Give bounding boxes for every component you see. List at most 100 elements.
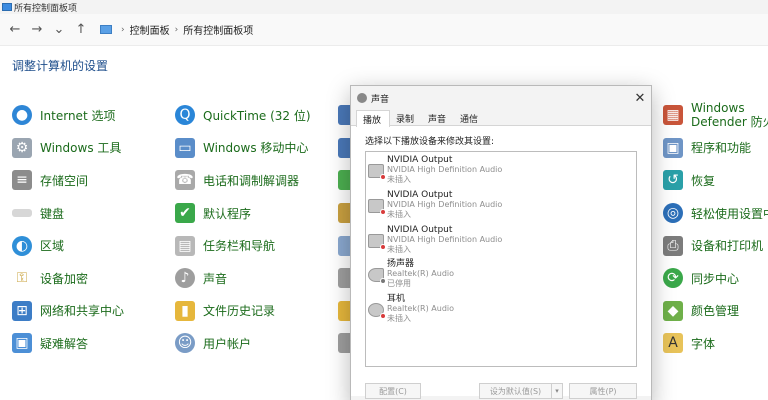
item-devices-printers[interactable]: ⎙ 设备和打印机 <box>663 229 768 262</box>
item-default-programs[interactable]: ✔ 默认程序 <box>175 197 311 230</box>
firewall-icon: ▦ <box>663 105 683 125</box>
navigation-bar: ← → ⌄ ↑ › 控制面板 › 所有控制面板项 <box>0 14 768 46</box>
chevron-right-icon: › <box>121 24 125 35</box>
speaker-device-icon <box>368 233 386 250</box>
configure-button[interactable]: 配置(C) <box>365 383 421 399</box>
item-troubleshooting[interactable]: ▣ 疑难解答 <box>12 327 124 360</box>
instruction-text: 选择以下播放设备来修改其设置: <box>365 137 495 147</box>
globe-icon: ● <box>12 105 32 126</box>
control-panel-icon <box>2 3 12 11</box>
forward-icon[interactable]: → <box>26 19 48 41</box>
close-icon[interactable]: ✕ <box>629 87 651 109</box>
item-windows-firewall[interactable]: ▦Windows Defender 防火墙 <box>663 99 768 132</box>
ease-of-access-icon: ◎ <box>663 203 683 224</box>
up-icon[interactable]: ↑ <box>70 19 92 41</box>
chevron-right-icon: › <box>174 24 179 35</box>
speaker-device-icon <box>368 268 386 285</box>
item-windows-mobility[interactable]: ▭ Windows 移动中心 <box>175 132 311 165</box>
recent-locations-icon[interactable]: ⌄ <box>48 19 70 41</box>
tab-recording[interactable]: 录制 <box>390 110 422 125</box>
tab-communications[interactable]: 通信 <box>454 110 486 125</box>
tab-playback[interactable]: 播放 <box>356 110 391 127</box>
user-accounts-icon: ☺ <box>175 333 195 354</box>
device-description: NVIDIA High Definition Audio <box>387 234 503 244</box>
taskbar-icon: ▤ <box>175 235 195 256</box>
region-icon: ◐ <box>12 235 32 256</box>
device-name: 耳机 <box>387 294 406 305</box>
device-description: Realtek(R) Audio <box>387 269 455 279</box>
network-icon: ⊞ <box>12 300 32 321</box>
default-programs-icon: ✔ <box>175 203 195 224</box>
item-internet-options[interactable]: ● Internet 选项 <box>12 99 124 132</box>
font-icon: A <box>663 333 683 354</box>
item-keyboard[interactable]: 键盘 <box>12 197 124 230</box>
sound-dialog: 声音 ✕ 播放 录制 声音 通信 选择以下播放设备来修改其设置: NVIDIA … <box>350 85 652 400</box>
back-icon[interactable]: ← <box>4 19 26 41</box>
device-name: NVIDIA Output <box>387 155 453 165</box>
item-storage-spaces[interactable]: ≡ 存储空间 <box>12 164 124 197</box>
item-taskbar-navigation[interactable]: ▤ 任务栏和导航 <box>175 229 311 262</box>
item-programs-features[interactable]: ▣ 程序和功能 <box>663 132 768 165</box>
item-phone-modem[interactable]: ☎ 电话和调制解调器 <box>175 164 311 197</box>
programs-icon: ▣ <box>663 137 683 158</box>
file-history-icon: ▮ <box>175 300 195 321</box>
item-device-encryption[interactable]: ⚿ 设备加密 <box>12 262 124 295</box>
unplugged-badge-icon <box>380 243 386 250</box>
quicktime-icon: Q <box>175 105 195 126</box>
encryption-icon: ⚿ <box>16 270 28 287</box>
device-status: 未插入 <box>387 209 411 219</box>
chevron-down-icon[interactable]: ▾ <box>551 383 563 399</box>
keyboard-icon <box>12 209 32 218</box>
breadcrumb-all-items[interactable]: 所有控制面板项 <box>183 22 253 37</box>
device-row[interactable]: 扬声器 Realtek(R) Audio 已停用 <box>366 258 636 293</box>
item-file-history[interactable]: ▮ 文件历史记录 <box>175 295 311 328</box>
dialog-title: 声音 <box>371 94 390 105</box>
item-ease-of-access[interactable]: ◎轻松使用设置中心 <box>663 197 768 230</box>
item-region[interactable]: ◐ 区域 <box>12 229 124 262</box>
items-column-4: ▦Windows Defender 防火墙 ▣程序和功能 ↺恢复 ◎轻松使用设置… <box>663 99 768 360</box>
device-name: 扬声器 <box>387 259 415 270</box>
device-description: Realtek(R) Audio <box>387 304 455 314</box>
dialog-titlebar: 声音 ✕ <box>351 86 651 110</box>
item-user-accounts[interactable]: ☺ 用户帐户 <box>175 327 311 360</box>
speaker-device-icon <box>368 164 386 180</box>
unplugged-badge-icon <box>380 313 386 320</box>
item-sync-center[interactable]: ⟳ 同步中心 <box>663 262 768 295</box>
tools-icon: ⚙ <box>12 137 32 158</box>
device-status: 已停用 <box>387 279 411 289</box>
device-name: NVIDIA Output <box>387 224 453 235</box>
device-name: NVIDIA Output <box>387 189 453 200</box>
item-recovery[interactable]: ↺ 恢复 <box>663 164 768 197</box>
item-windows-tools[interactable]: ⚙ Windows 工具 <box>12 132 124 165</box>
disabled-badge-icon <box>380 278 386 285</box>
color-management-icon: ◆ <box>663 300 683 321</box>
recovery-icon: ↺ <box>663 170 683 191</box>
properties-button[interactable]: 属性(P) <box>569 383 637 399</box>
item-fonts[interactable]: A 字体 <box>663 327 768 360</box>
playback-device-list[interactable]: NVIDIA Output NVIDIA High Definition Audi… <box>365 151 637 367</box>
set-default-button[interactable]: 设为默认值(S) <box>479 383 551 399</box>
address-bar[interactable]: › 控制面板 › 所有控制面板项 <box>98 18 768 42</box>
troubleshoot-icon: ▣ <box>12 333 32 354</box>
sound-icon: ♪ <box>175 268 195 289</box>
device-status: 未插入 <box>387 175 411 184</box>
device-row[interactable]: NVIDIA Output NVIDIA High Definition Audi… <box>366 189 636 224</box>
item-color-management[interactable]: ◆ 颜色管理 <box>663 295 768 328</box>
sync-icon: ⟳ <box>663 268 683 289</box>
window-titlebar: 所有控制面板项 <box>0 0 768 14</box>
device-row[interactable]: 耳机 Realtek(R) Audio 未插入 <box>366 293 636 328</box>
tab-sounds[interactable]: 声音 <box>422 110 454 125</box>
storage-icon: ≡ <box>12 170 32 191</box>
device-row[interactable]: NVIDIA Output NVIDIA High Definition Audi… <box>366 154 636 189</box>
item-quicktime[interactable]: Q QuickTime (32 位) <box>175 99 311 132</box>
item-sound[interactable]: ♪ 声音 <box>175 262 311 295</box>
dialog-body: 选择以下播放设备来修改其设置: NVIDIA Output NVIDIA High… <box>351 126 651 396</box>
phone-modem-icon: ☎ <box>175 170 195 191</box>
device-row[interactable]: NVIDIA Output NVIDIA High Definition Audi… <box>366 224 636 259</box>
window-title: 所有控制面板项 <box>14 3 78 14</box>
page-title: 调整计算机的设置 <box>12 59 109 73</box>
breadcrumb-control-panel[interactable]: 控制面板 <box>130 22 170 37</box>
items-column-2: Q QuickTime (32 位) ▭ Windows 移动中心 ☎ 电话和调制解调… <box>175 99 311 360</box>
mobility-icon: ▭ <box>175 137 195 158</box>
item-network-sharing[interactable]: ⊞ 网络和共享中心 <box>12 295 124 328</box>
